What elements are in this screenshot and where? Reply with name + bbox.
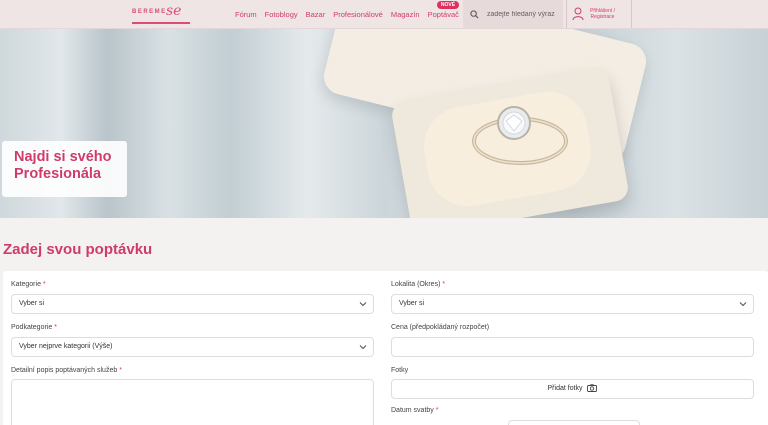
add-photos-button[interactable]: Přidat fotky [391, 379, 754, 399]
wedding-date-label: Datum svatby * [391, 407, 439, 414]
category-label: Kategorie * [11, 281, 46, 288]
photos-label: Fotky [391, 367, 409, 374]
top-header: BEREME se Fórum Fotoblogy Bazar Profesio… [0, 0, 768, 29]
description-label: Detailní popis poptávaných služeb * [11, 367, 122, 374]
location-value: Vyber si [399, 300, 425, 307]
login-label: Přihlášení / Registrace [590, 8, 615, 20]
search-box[interactable] [463, 0, 563, 28]
user-icon [572, 7, 584, 21]
logo-text: BEREME [132, 9, 167, 15]
request-form: Kategorie * Vyber si Podkategorie * Vybe… [3, 271, 768, 425]
ring-illustration [472, 106, 568, 165]
login-button[interactable]: Přihlášení / Registrace [566, 0, 632, 28]
wedding-date-input[interactable] [508, 420, 640, 425]
hero-title: Najdi si svého Profesionála [2, 141, 127, 197]
hero-title-line-2: Profesionála [14, 166, 102, 182]
location-label: Lokalita (Okres) * [391, 281, 446, 288]
nav-item-fotoblogy[interactable]: Fotoblogy [265, 10, 298, 19]
subcategory-value: Vyber nejprve kategorii (Výše) [19, 343, 113, 350]
category-select[interactable]: Vyber si [11, 294, 374, 314]
form-title: Zadej svou poptávku [3, 241, 153, 258]
nav-item-profesionalove[interactable]: Profesionálové [333, 10, 383, 19]
nav-item-forum[interactable]: Fórum [235, 10, 257, 19]
nav-item-magazin[interactable]: Magazín [391, 10, 420, 19]
price-input[interactable] [391, 337, 754, 357]
chevron-down-icon [359, 345, 367, 350]
nav-item-bazar[interactable]: Bazar [306, 10, 326, 19]
category-value: Vyber si [19, 300, 45, 307]
price-label: Cena (předpokládaný rozpočet) [391, 324, 490, 331]
nav-item-poptavac[interactable]: Poptávač [428, 10, 459, 19]
subcategory-select[interactable]: Vyber nejprve kategorii (Výše) [11, 337, 374, 357]
camera-icon [587, 384, 598, 392]
chevron-down-icon [739, 302, 747, 307]
hero-title-line-1: Najdi si svého [14, 149, 112, 165]
site-logo[interactable]: BEREME se [132, 3, 190, 24]
logo-script: se [166, 3, 182, 19]
add-photos-label: Přidat fotky [547, 385, 583, 392]
search-input[interactable] [487, 10, 563, 18]
new-badge: NOVÉ [437, 1, 459, 9]
subcategory-label: Podkategorie * [11, 324, 57, 331]
hero-banner: Najdi si svého Profesionála [0, 29, 768, 218]
location-select[interactable]: Vyber si [391, 294, 754, 314]
search-icon[interactable] [470, 9, 479, 19]
login-line-2: Registrace [590, 14, 615, 20]
main-nav: Fórum Fotoblogy Bazar Profesionálové Mag… [235, 10, 459, 19]
description-textarea[interactable] [11, 379, 374, 425]
chevron-down-icon [359, 302, 367, 307]
